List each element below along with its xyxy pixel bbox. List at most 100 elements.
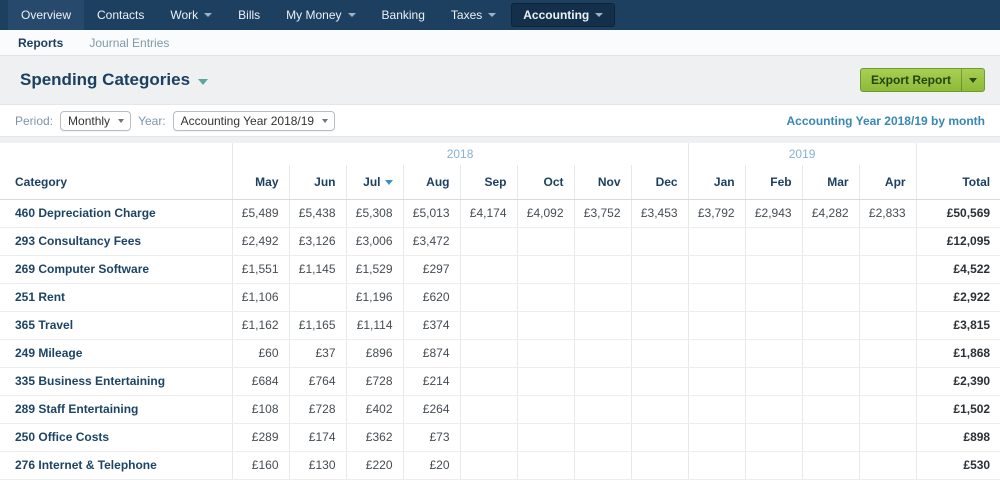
column-header-dec[interactable]: Dec [630,165,689,200]
period-label: Period: [15,113,54,128]
category-link-250-office-costs[interactable]: 250 Office Costs [0,423,232,452]
value-cell-sep [459,423,517,452]
select-arrows-icon [322,118,329,123]
period-select-value: Monthly [68,113,111,128]
category-link-269-computer-software[interactable]: 269 Computer Software [0,255,232,284]
category-link-293-consultancy-fees[interactable]: 293 Consultancy Fees [0,227,232,256]
column-header-jun[interactable]: Jun [288,165,346,200]
table-row: 335 Business Entertaining £684 £764 £728 £21… [0,367,1000,396]
value-cell-nov [573,423,631,452]
value-cell-jul: £5,308 [345,199,403,228]
page-title-dropdown[interactable]: Spending Categories [20,70,209,90]
value-cell-aug: £264 [402,395,460,424]
category-link-276-internet-telephone[interactable]: 276 Internet & Telephone [0,451,232,480]
value-cell-aug: £20 [402,451,460,480]
nav-item-my-money[interactable]: My Money [273,0,368,30]
value-cell-jan [687,311,746,340]
period-select[interactable]: Monthly [60,110,132,131]
table-row: 250 Office Costs £289 £174 £362 £73 £898 [0,423,1000,452]
value-cell-nov [573,227,631,256]
nav-item-work[interactable]: Work [157,0,225,30]
year-group-total-spacer [915,143,1000,165]
select-arrows-icon [118,118,125,123]
nav-item-banking[interactable]: Banking [369,0,438,30]
value-cell-feb: £2,943 [744,199,803,228]
nav-item-overview[interactable]: Overview [8,0,85,30]
column-header-apr[interactable]: Apr [858,165,917,200]
value-cell-sep [459,395,517,424]
value-cell-jul: £3,006 [345,227,403,256]
column-header-nov[interactable]: Nov [573,165,631,200]
table-row: 251 Rent £1,106 £1,196 £620 £2,922 [0,283,1000,312]
table-row: 269 Computer Software £1,551 £1,145 £1,529 £… [0,255,1000,284]
value-cell-feb [744,227,803,256]
nav-item-taxes[interactable]: Taxes [438,0,509,30]
year-select-value: Accounting Year 2018/19 [180,113,315,128]
caret-down-icon [969,77,977,83]
export-dropdown-toggle[interactable] [961,69,984,91]
value-cell-jun: £5,438 [288,199,346,228]
value-cell-may: £684 [231,367,289,396]
value-cell-jan [687,227,746,256]
column-header-aug[interactable]: Aug [402,165,460,200]
column-header-total[interactable]: Total [915,165,1000,200]
value-cell-sep [459,283,517,312]
value-cell-nov [573,255,631,284]
value-cell-jan [687,339,746,368]
table-body: 460 Depreciation Charge £5,489 £5,438 £5,30… [0,199,1000,480]
caret-down-icon [347,13,356,17]
total-cell: £4,522 [915,255,1000,284]
value-cell-jun: £37 [288,339,346,368]
category-link-335-business-entertaining[interactable]: 335 Business Entertaining [0,367,232,396]
value-cell-nov [573,339,631,368]
value-cell-jun: £3,126 [288,227,346,256]
value-cell-may: £60 [231,339,289,368]
column-header-category[interactable]: Category [0,165,232,200]
value-cell-nov [573,367,631,396]
value-cell-apr [858,423,917,452]
value-cell-dec [630,339,689,368]
value-cell-dec [630,311,689,340]
value-cell-mar [801,367,860,396]
nav-item-contacts[interactable]: Contacts [84,0,157,30]
total-cell: £898 [915,423,1000,452]
column-header-sep[interactable]: Sep [459,165,517,200]
value-cell-dec [630,227,689,256]
value-cell-jul: £362 [345,423,403,452]
value-cell-jun [288,283,346,312]
value-cell-may: £1,162 [231,311,289,340]
value-cell-may: £2,492 [231,227,289,256]
value-cell-apr [858,451,917,480]
total-cell: £3,815 [915,311,1000,340]
column-header-may[interactable]: May [231,165,289,200]
column-header-oct[interactable]: Oct [516,165,574,200]
nav-item-bills[interactable]: Bills [225,0,273,30]
year-select[interactable]: Accounting Year 2018/19 [172,110,336,131]
value-cell-oct [516,451,574,480]
value-cell-aug: £297 [402,255,460,284]
table-row: 249 Mileage £60 £37 £896 £874 £1,868 [0,339,1000,368]
value-cell-jan [687,395,746,424]
column-header-mar[interactable]: Mar [801,165,860,200]
page-header: Spending Categories Export Report [0,56,1000,104]
column-header-jan[interactable]: Jan [687,165,746,200]
value-cell-jan [687,255,746,284]
caret-down-icon [198,78,209,85]
category-link-460-depreciation-charge[interactable]: 460 Depreciation Charge [0,199,232,228]
subnav-item-reports[interactable]: Reports [18,36,63,50]
column-header-jul[interactable]: Jul [345,165,403,200]
value-cell-oct [516,227,574,256]
category-link-289-staff-entertaining[interactable]: 289 Staff Entertaining [0,395,232,424]
table-row: 365 Travel £1,162 £1,165 £1,114 £374 £3,815 [0,311,1000,340]
category-link-365-travel[interactable]: 365 Travel [0,311,232,340]
nav-item-accounting[interactable]: Accounting [511,3,616,27]
column-header-feb[interactable]: Feb [744,165,803,200]
value-cell-sep [459,311,517,340]
value-cell-dec: £3,453 [630,199,689,228]
category-link-249-mileage[interactable]: 249 Mileage [0,339,232,368]
value-cell-apr [858,367,917,396]
export-report-button[interactable]: Export Report [859,68,985,92]
category-link-251-rent[interactable]: 251 Rent [0,283,232,312]
subnav-item-journal-entries[interactable]: Journal Entries [89,36,169,50]
value-cell-oct [516,311,574,340]
